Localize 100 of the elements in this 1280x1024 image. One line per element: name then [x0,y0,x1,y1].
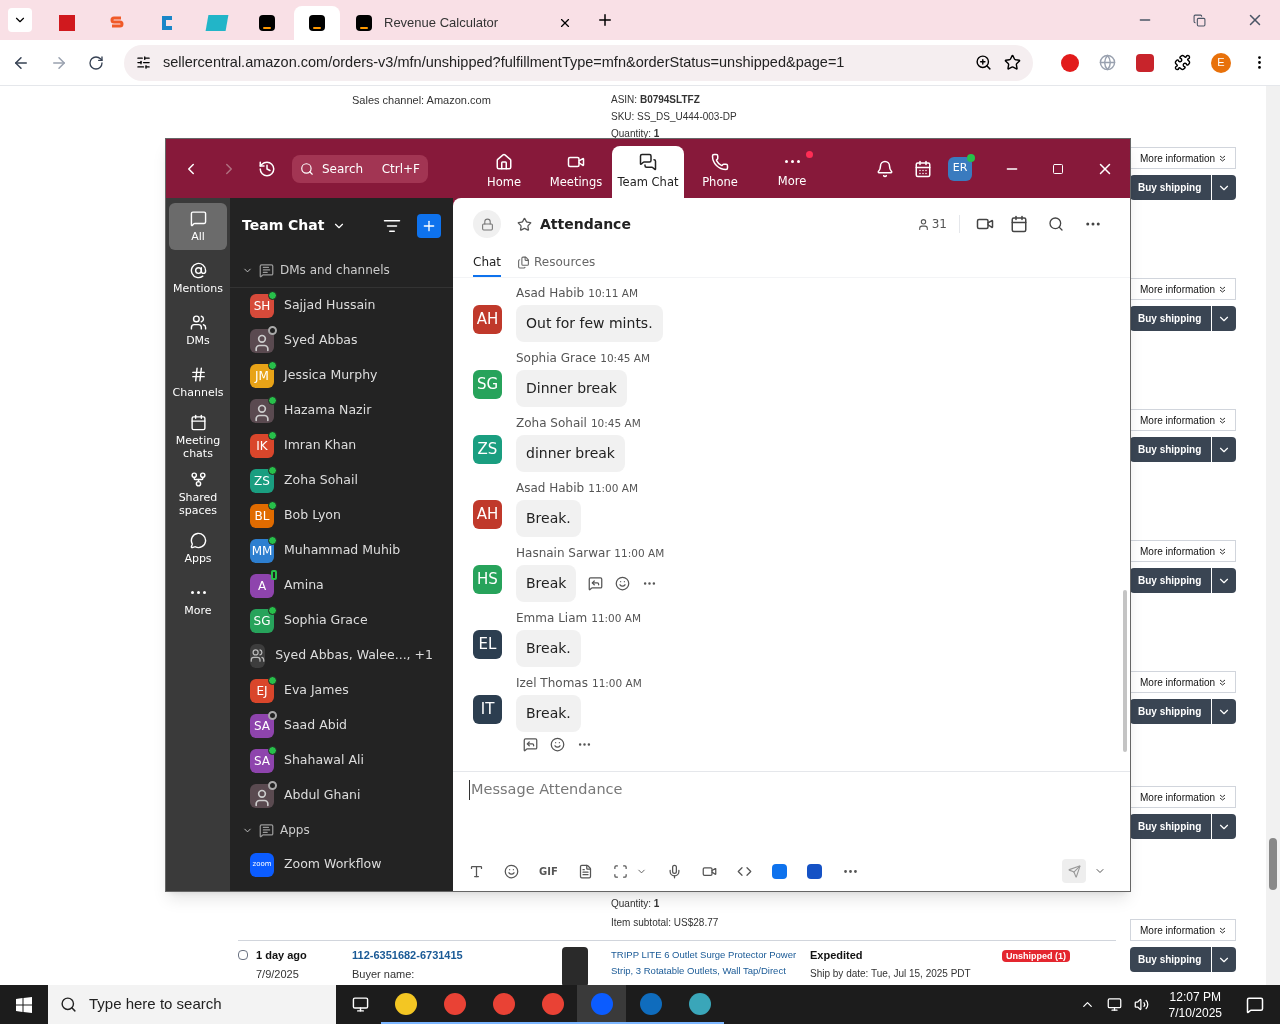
screenshot-icon[interactable] [612,863,628,879]
emoji-icon[interactable] [615,575,631,591]
nav-tab[interactable]: More [756,146,828,198]
nav-tab[interactable]: Team Chat [612,146,684,198]
dropdown-button[interactable] [1212,699,1236,724]
emoji-icon[interactable] [504,863,519,879]
rail-item[interactable]: Channels [169,359,227,406]
chat-list-item[interactable]: SH Sajjad Hussain [230,288,453,323]
buy-shipping-button[interactable]: Buy shipping [1130,947,1211,972]
browser-tab[interactable]: Revenue Calculator [344,6,584,40]
chat-list-item[interactable]: Hazama Nazir [230,393,453,428]
send-button[interactable] [1062,859,1086,883]
buy-shipping-button[interactable]: Buy shipping [1130,437,1211,462]
taskbar-app-icon[interactable] [577,985,626,1024]
buy-shipping-button[interactable]: Buy shipping [1130,814,1211,839]
chat-list-item[interactable]: Syed Abbas, Walee..., +1 [230,638,453,673]
taskbar-search-field[interactable]: Type here to search [48,985,336,1024]
more-information-button[interactable]: More information [1130,147,1236,169]
new-chat-button[interactable] [417,213,441,238]
task-view-icon[interactable] [352,996,369,1013]
rail-item[interactable]: All [169,203,227,250]
buy-shipping-button[interactable]: Buy shipping [1130,306,1211,331]
new-tab-icon[interactable] [596,11,614,29]
buy-shipping-button[interactable]: Buy shipping [1130,699,1211,724]
gif-button[interactable]: GIF [539,863,558,879]
chat-list-item[interactable]: SA Shahawal Ali [230,743,453,778]
section-header[interactable]: Apps [230,813,453,847]
channel-tab[interactable]: Chat [473,249,502,277]
chat-list-item[interactable]: JM Jessica Murphy [230,358,453,393]
more-information-button[interactable]: More information [1130,786,1236,808]
chat-list-item[interactable]: A Amina [230,568,453,603]
dropdown-button[interactable] [1212,306,1236,331]
emoji-icon[interactable] [550,737,565,752]
history-icon[interactable] [258,159,276,178]
nav-tab[interactable]: Meetings [540,146,612,198]
dropdown-button[interactable] [1212,947,1236,972]
close-icon[interactable] [558,16,572,30]
chat-list-item[interactable]: BL Bob Lyon [230,498,453,533]
format-icon[interactable] [469,863,484,879]
tab-list-button[interactable] [8,8,32,32]
browser-tab[interactable] [294,6,340,40]
chat-list-item[interactable]: EJ Eva James [230,673,453,708]
nav-tab[interactable]: Phone [684,146,756,198]
maximize-icon[interactable] [1052,162,1064,175]
microphone-icon[interactable] [666,863,682,879]
calendar-icon[interactable] [1010,215,1028,233]
rail-item[interactable]: DMs [169,307,227,354]
rail-item[interactable]: Apps [169,525,227,572]
star-icon[interactable] [517,216,532,232]
more-information-button[interactable]: More information [1130,409,1236,431]
app-icon[interactable] [806,863,822,879]
site-settings-icon[interactable] [135,55,151,70]
order-id-link[interactable]: 112-6351682-6731415 [352,947,562,964]
user-avatar[interactable]: ER [948,156,972,181]
chat-list-item[interactable]: IK Imran Khan [230,428,453,463]
section-header[interactable]: DMs and channels [230,253,453,287]
chat-list-item[interactable]: SA Saad Abid [230,708,453,743]
more-information-button[interactable]: More information [1130,919,1236,941]
clock[interactable]: 12:07 PM 7/10/2025 [1160,988,1230,1021]
rail-item[interactable]: Shared spaces [169,468,227,520]
dropdown-button[interactable] [1212,175,1236,200]
rail-item[interactable]: Mentions [169,255,227,302]
rail-item[interactable]: Meeting chats [169,411,227,463]
channel-tab[interactable]: Resources [517,249,596,277]
notifications-icon[interactable] [876,159,894,178]
restore-icon[interactable] [1193,13,1206,27]
file-icon[interactable] [577,863,593,879]
product-title-link[interactable]: Strip, 3 Rotatable Outlets, Wall Tap/Direct [611,963,786,979]
app-icon[interactable] [771,863,787,879]
globe-icon[interactable] [1099,54,1117,71]
notifications-icon[interactable] [1246,995,1264,1014]
more-information-button[interactable]: More information [1130,278,1236,300]
dropdown-button[interactable] [1212,814,1236,839]
extensions-icon[interactable] [1174,54,1192,71]
chat-list-item[interactable]: Abdul Ghani [230,778,453,813]
dropdown-button[interactable] [1212,437,1236,462]
member-count[interactable]: 31 [916,215,960,233]
product-title-link[interactable]: TRIPP LITE 6 Outlet Surge Protector Power [611,947,797,963]
order-checkbox[interactable] [238,950,248,961]
reply-icon[interactable] [588,575,604,591]
chat-list-item[interactable]: Syed Abbas [230,323,453,358]
bookmark-icon[interactable] [1004,54,1022,71]
search-icon[interactable] [1048,216,1064,232]
dropdown-button[interactable] [1212,568,1236,593]
address-bar[interactable]: sellercentral.amazon.com/orders-v3/mfn/unshipped?fulfillmentType=mfn&orderStatus=unshipped&page=1 [123,44,1034,81]
chat-list-item[interactable]: MM Muhammad Muhib [230,533,453,568]
chat-list-item[interactable]: ZS Zoha Sohail [230,463,453,498]
zoom-icon[interactable] [975,54,993,71]
network-icon[interactable] [1106,997,1122,1012]
buy-shipping-button[interactable]: Buy shipping [1130,568,1211,593]
chat-list-item[interactable]: SG Sophia Grace [230,603,453,638]
scrollbar[interactable] [1266,86,1280,985]
message-input[interactable]: Message Attendance [469,780,1114,800]
more-information-button[interactable]: More information [1130,540,1236,562]
search-field[interactable]: Search Ctrl+F [292,154,428,183]
rail-item[interactable]: More [169,577,227,624]
volume-icon[interactable] [1133,997,1149,1012]
calendar-icon[interactable] [914,159,932,178]
reload-icon[interactable] [87,54,104,71]
extension-stop-icon[interactable] [1061,53,1080,72]
